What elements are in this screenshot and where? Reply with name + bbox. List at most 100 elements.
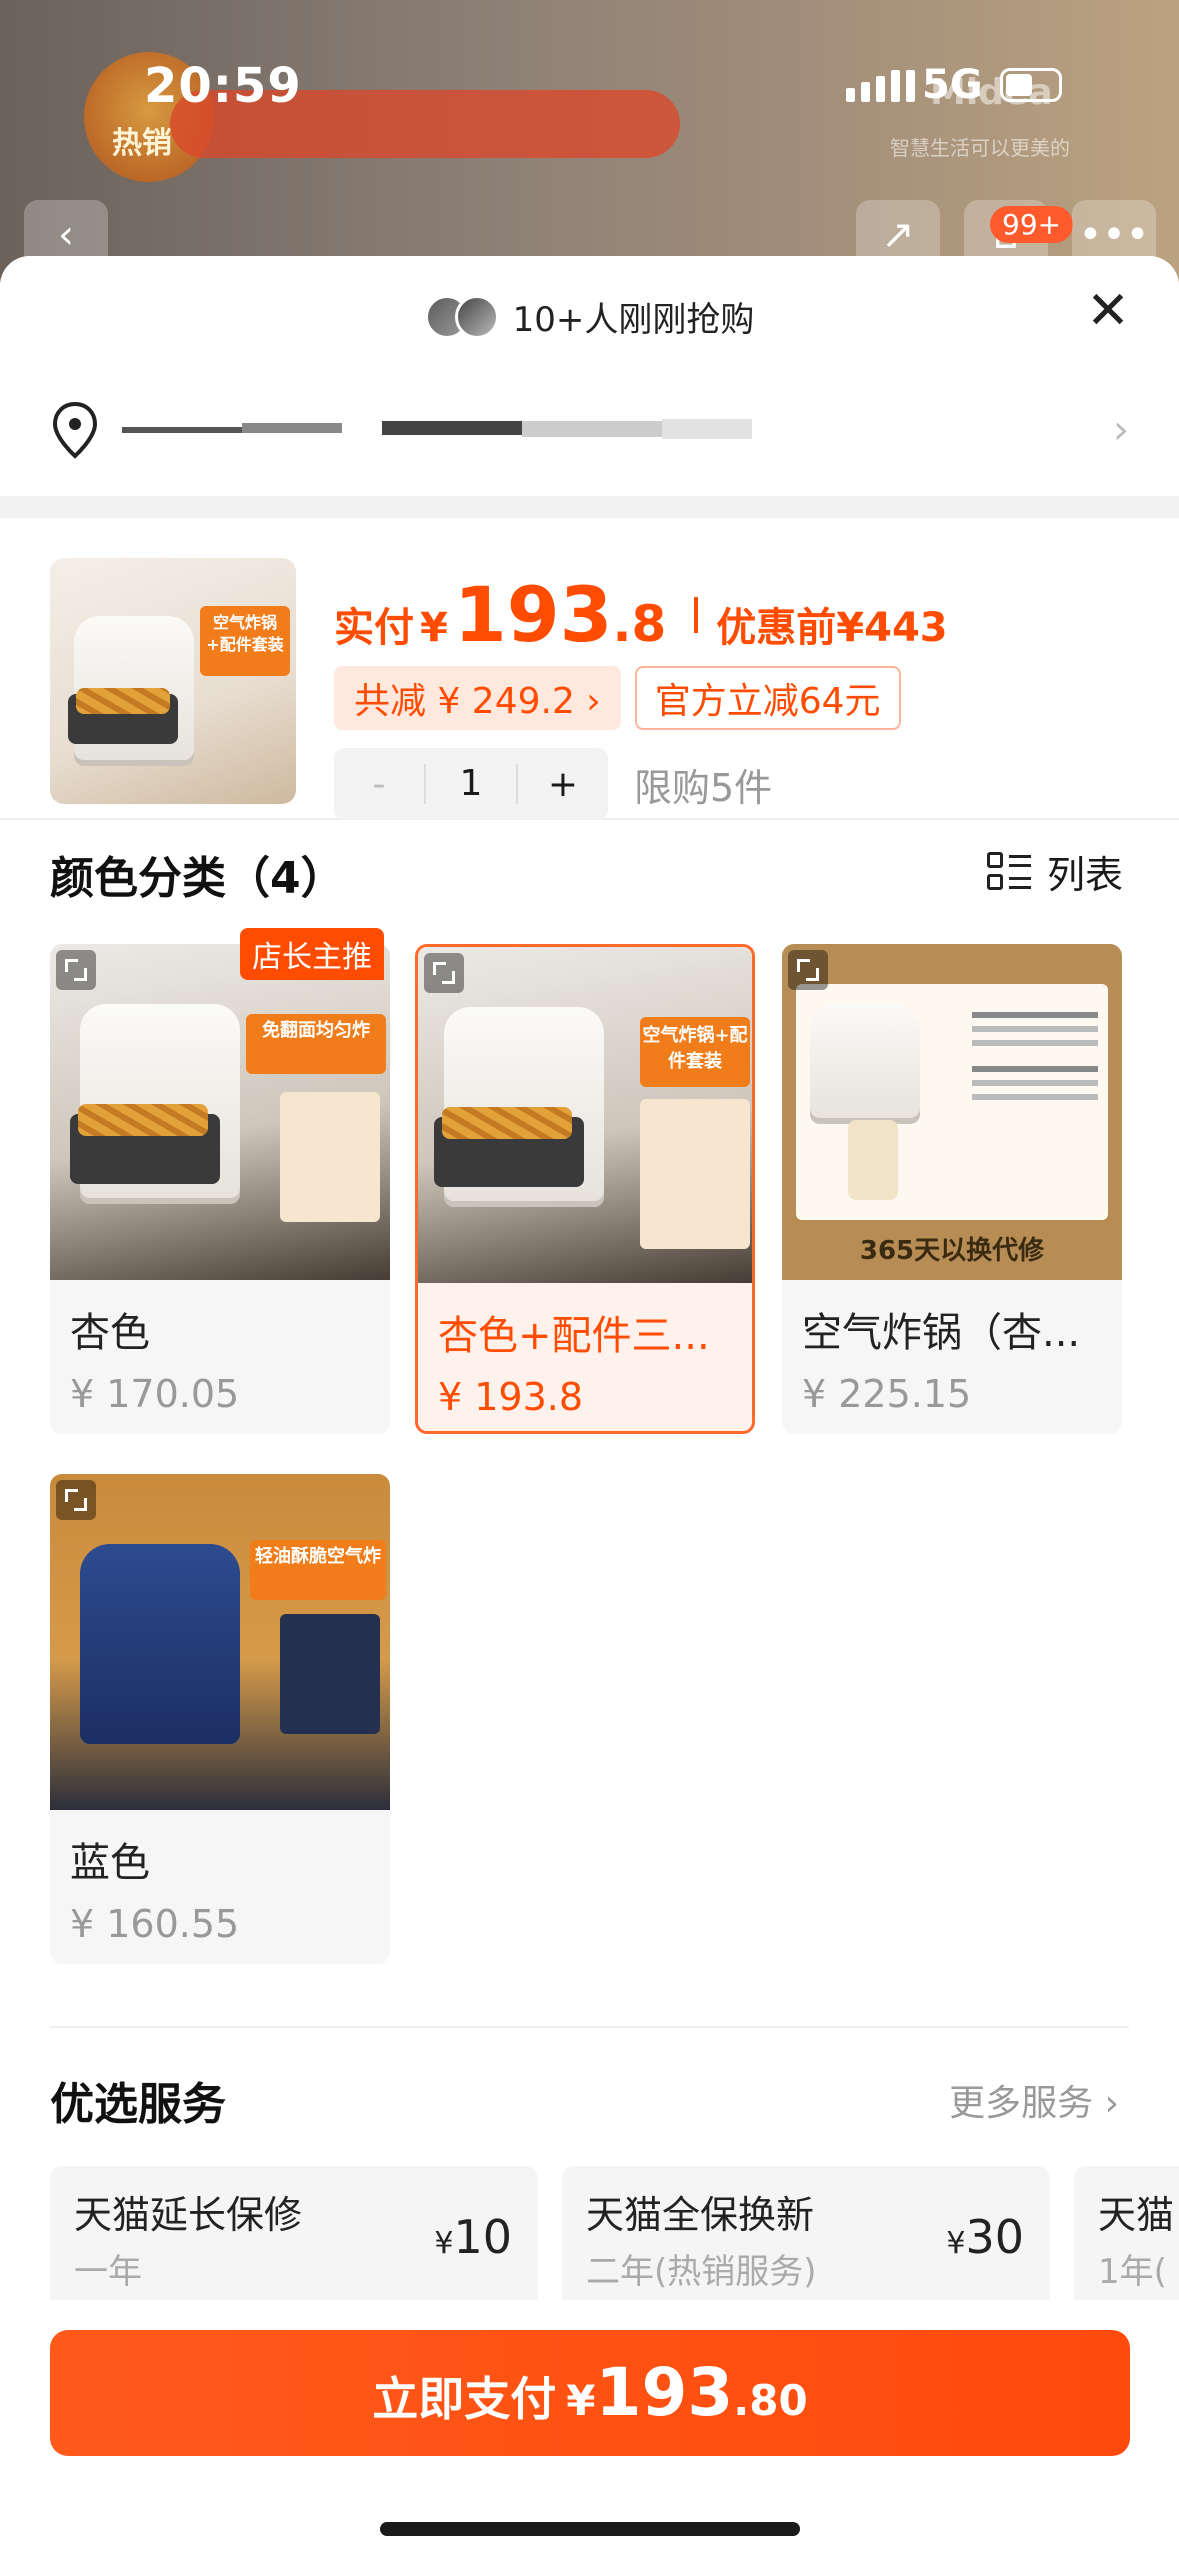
- qty-plus-button[interactable]: +: [518, 764, 608, 805]
- service-currency: ¥: [946, 2226, 966, 2261]
- purchase-limit: 限购5件: [634, 765, 773, 810]
- pay-decimal: .80: [733, 2376, 808, 2425]
- color-section-title: 颜色分类（4）: [50, 853, 345, 904]
- status-time: 20:59: [144, 58, 302, 114]
- option-image: 365天以换代修: [782, 944, 1122, 1280]
- sheet-header: 10+人刚刚抢购 ✕ ›: [0, 256, 1179, 496]
- buyer-avatars: [424, 294, 499, 339]
- address-redacted: [122, 415, 1095, 445]
- expand-icon[interactable]: [424, 953, 464, 993]
- color-option-apricot[interactable]: 免翻面均匀炸 杏色 ¥ 170.05: [50, 944, 390, 1434]
- service-currency: ¥: [434, 2226, 454, 2261]
- option-price: ¥ 160.55: [70, 1902, 240, 1946]
- address-row[interactable]: ›: [50, 400, 1129, 460]
- blender-image: [848, 1120, 898, 1200]
- official-discount-chip: 官方立减64元: [634, 666, 901, 730]
- cart-count-badge: 99+: [990, 206, 1074, 243]
- service-name: 天猫全保换新: [586, 2193, 815, 2237]
- pay-currency: ¥: [566, 2376, 596, 2425]
- price-label: 实付: [334, 605, 414, 651]
- option-tag: 空气炸锅+配件套装: [640, 1017, 750, 1087]
- divider: [50, 2026, 1129, 2028]
- option-name: 杏色: [70, 1310, 150, 1356]
- status-bar: 20:59 5G: [0, 0, 1179, 170]
- product-summary: 空气炸锅+配件套装 实付 ¥ 193 .8 优惠前 ¥443 共减 ¥ 249.…: [0, 518, 1179, 820]
- service-name: 天猫延长保修: [74, 2193, 303, 2237]
- home-indicator[interactable]: [380, 2522, 800, 2536]
- expand-icon[interactable]: [56, 1480, 96, 1520]
- shop-recommend-badge: 店长主推: [240, 928, 384, 980]
- service-third[interactable]: 天猫 1年(: [1074, 2166, 1179, 2316]
- pay-label: 立即支付: [372, 2372, 557, 2426]
- more-services-link[interactable]: 更多服务 ›: [949, 2074, 1119, 2126]
- pay-now-button[interactable]: 立即支付 ¥ 193 .80: [50, 2330, 1130, 2456]
- list-toggle-label: 列表: [1046, 853, 1123, 897]
- air-fryer-blue-image: [80, 1544, 240, 1744]
- address-chevron-icon: ›: [1113, 407, 1129, 453]
- thumb-tag: 空气炸锅+配件套装: [200, 606, 290, 676]
- location-pin-icon: [52, 401, 98, 459]
- option-name: 杏色+配件三...: [438, 1313, 710, 1359]
- option-image: 轻油酥脆空气炸: [50, 1474, 390, 1810]
- option-tag: 轻油酥脆空气炸: [250, 1540, 386, 1600]
- pay-integer: 193: [595, 2354, 734, 2431]
- service-term: 一年: [74, 2252, 142, 2292]
- feature-list-panel: [280, 1614, 380, 1734]
- recent-buyers: 10+人刚刚抢购: [0, 292, 1179, 341]
- discount-total-chip[interactable]: 共减 ¥ 249.2 ›: [334, 666, 621, 730]
- discount-chips: 共减 ¥ 249.2 › 官方立减64元: [334, 666, 901, 730]
- air-fryer-image: [810, 1004, 920, 1124]
- service-full-replacement[interactable]: 天猫全保换新 二年(热销服务) ¥30: [562, 2166, 1050, 2316]
- feature-list-panel: [280, 1092, 380, 1222]
- service-name: 天猫: [1098, 2193, 1175, 2237]
- qty-value[interactable]: 1: [424, 764, 518, 804]
- before-price: ¥443: [836, 605, 948, 651]
- option-price: ¥ 225.15: [802, 1372, 972, 1416]
- section-gap: [0, 496, 1179, 518]
- price-currency: ¥: [420, 605, 448, 651]
- service-term: 1年(: [1098, 2252, 1167, 2292]
- expand-icon[interactable]: [788, 950, 828, 990]
- quantity-stepper: - 1 +: [334, 748, 608, 820]
- price-line: 实付 ¥ 193 .8 优惠前 ¥443: [334, 570, 948, 659]
- before-label: 优惠前: [716, 605, 837, 651]
- option-tag: 免翻面均匀炸: [246, 1014, 386, 1074]
- feature-list-panel: [972, 1004, 1098, 1194]
- color-section-header: 颜色分类（4） 列表: [0, 820, 1179, 920]
- option-price: ¥ 170.05: [70, 1372, 240, 1416]
- recent-buyers-text: 10+人刚刚抢购: [512, 300, 755, 340]
- network-type: 5G: [922, 62, 983, 108]
- accessory-panel: [640, 1099, 750, 1249]
- qty-minus-button[interactable]: -: [334, 764, 424, 805]
- price-decimal: .8: [612, 595, 667, 653]
- option-tag: 365天以换代修: [859, 1236, 1045, 1266]
- service-price-value: 30: [965, 2210, 1024, 2264]
- product-thumbnail[interactable]: 空气炸锅+配件套装: [50, 558, 296, 804]
- list-view-toggle[interactable]: 列表: [986, 844, 1123, 899]
- option-name: 蓝色: [70, 1840, 150, 1886]
- sku-selection-sheet: 10+人刚刚抢购 ✕ › 空气炸锅+配件套装 实付 ¥ 193 .8 优惠前 ¥…: [0, 256, 1179, 2556]
- pay-bar: 立即支付 ¥ 193 .80: [0, 2300, 1179, 2556]
- fries-image: [78, 1104, 208, 1136]
- option-image: 免翻面均匀炸: [50, 944, 390, 1280]
- option-image: 空气炸锅+配件套装: [418, 947, 752, 1283]
- service-extended-warranty[interactable]: 天猫延长保修 一年 ¥10: [50, 2166, 538, 2316]
- fries-image: [442, 1107, 572, 1139]
- service-price: ¥10: [434, 2210, 512, 2264]
- color-option-apricot-accessories[interactable]: 空气炸锅+配件套装 杏色+配件三... ¥ 193.8: [415, 944, 755, 1434]
- service-price-value: 10: [453, 2210, 512, 2264]
- expand-icon[interactable]: [56, 950, 96, 990]
- option-price: ¥ 193.8: [438, 1375, 584, 1419]
- color-option-blue[interactable]: 轻油酥脆空气炸 蓝色 ¥ 160.55: [50, 1474, 390, 1964]
- option-name: 空气炸锅（杏...: [802, 1310, 1081, 1356]
- price-integer: 193: [453, 570, 613, 659]
- fries-image: [76, 688, 170, 714]
- color-option-airfryer-bundle[interactable]: 365天以换代修 空气炸锅（杏... ¥ 225.15: [782, 944, 1122, 1434]
- signal-icon: [846, 70, 915, 102]
- close-icon[interactable]: ✕: [1083, 285, 1133, 337]
- color-options-grid: 免翻面均匀炸 杏色 ¥ 170.05 店长主推 空气炸锅+配件套装 杏色+配件三…: [0, 920, 1179, 2000]
- service-section-title: 优选服务: [50, 2079, 226, 2130]
- battery-icon: [1000, 68, 1062, 102]
- quantity-row: - 1 + 限购5件: [334, 748, 772, 820]
- service-price: ¥30: [946, 2210, 1024, 2264]
